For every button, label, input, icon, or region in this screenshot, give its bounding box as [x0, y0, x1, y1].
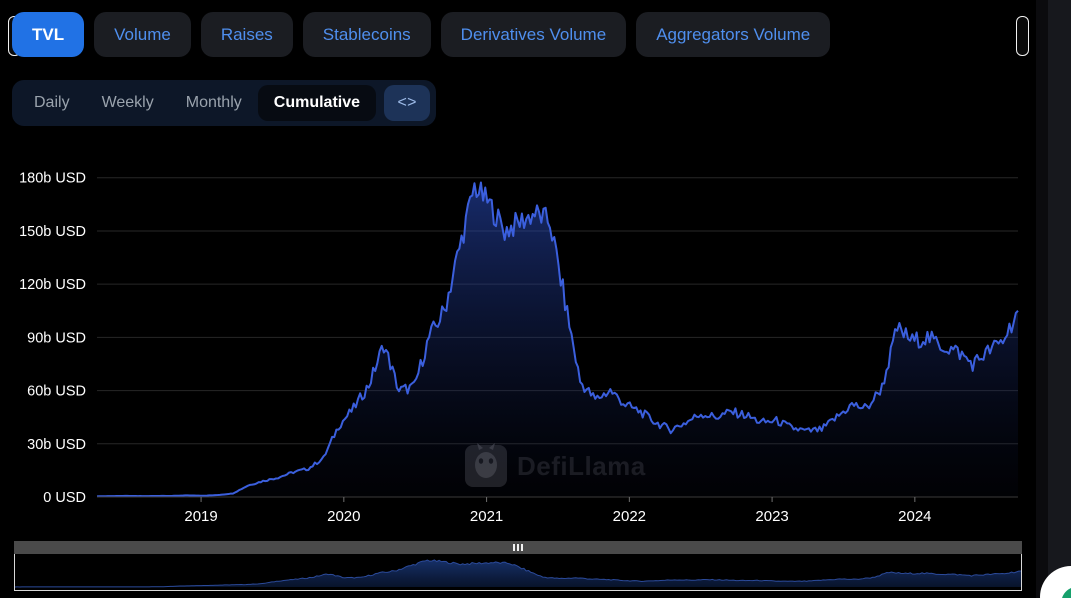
range-slider-drag-bar[interactable] — [14, 541, 1022, 554]
tab-derivatives-volume[interactable]: Derivatives Volume — [440, 12, 627, 57]
drag-grip-icon — [513, 544, 523, 551]
x-axis-labels: 2019 2020 2021 2022 2023 2024 — [184, 508, 931, 525]
tab-tvl[interactable]: TVL — [12, 12, 85, 57]
svg-text:180b USD: 180b USD — [19, 171, 86, 187]
range-slider-preview — [14, 554, 1022, 591]
svg-text:30b USD: 30b USD — [27, 437, 86, 453]
chart-canvas: DefiLlama 0 USD30b USD60b USD90b USD120b… — [19, 171, 1019, 525]
svg-text:120b USD: 120b USD — [19, 277, 86, 293]
tab-volume[interactable]: Volume — [94, 12, 191, 57]
page-background-strip-outer — [1048, 0, 1071, 598]
primary-tab-bar: TVL Volume Raises Stablecoins Derivative… — [12, 12, 831, 57]
range-slider-handle-right[interactable] — [1016, 16, 1029, 56]
tab-stablecoins[interactable]: Stablecoins — [302, 12, 431, 57]
tab-monthly[interactable]: Monthly — [170, 85, 258, 121]
defillama-chart-page: TVL Volume Raises Stablecoins Derivative… — [0, 0, 1071, 598]
svg-text:90b USD: 90b USD — [27, 330, 86, 346]
tab-cumulative[interactable]: Cumulative — [257, 85, 377, 121]
tab-raises[interactable]: Raises — [200, 12, 293, 57]
embed-code-icon[interactable]: <> — [384, 85, 431, 121]
svg-text:2024: 2024 — [898, 508, 931, 525]
svg-text:2019: 2019 — [184, 508, 217, 525]
y-axis-labels: 0 USD 30b USD 60b USD 90b USD 120b USD 150b U… — [19, 171, 86, 506]
tvl-series — [96, 181, 1019, 498]
svg-text:2021: 2021 — [470, 508, 503, 525]
range-slider[interactable] — [14, 541, 1022, 591]
tab-daily[interactable]: Daily — [18, 85, 86, 121]
tvl-area-chart[interactable]: DefiLlama 0 USD30b USD60b USD90b USD120b… — [0, 140, 1036, 525]
leaf-icon — [1062, 588, 1071, 598]
tab-weekly[interactable]: Weekly — [86, 85, 170, 121]
mini-preview-chart — [15, 559, 1021, 588]
svg-text:2022: 2022 — [613, 508, 646, 525]
tab-aggregators-volume[interactable]: Aggregators Volume — [636, 12, 831, 57]
svg-text:150b USD: 150b USD — [19, 224, 86, 240]
svg-text:60b USD: 60b USD — [27, 384, 86, 400]
page-background-strip-inner — [1036, 0, 1048, 598]
chart-axes — [97, 496, 1018, 502]
svg-text:0 USD: 0 USD — [43, 490, 86, 506]
svg-text:2023: 2023 — [755, 508, 788, 525]
svg-text:2020: 2020 — [327, 508, 360, 525]
interval-tab-bar: Daily Weekly Monthly Cumulative <> — [12, 80, 437, 126]
